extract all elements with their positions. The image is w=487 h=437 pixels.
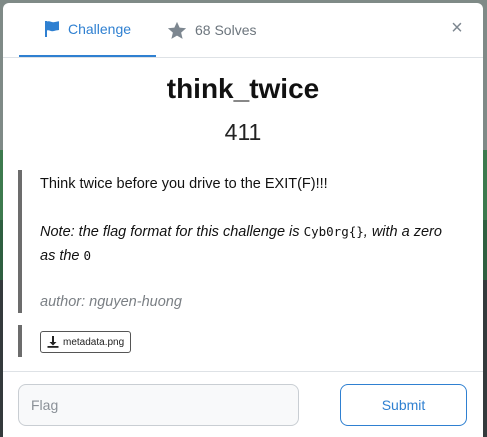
challenge-points: 411 [224, 119, 262, 145]
flag-format-note: Note: the flag format for this challenge… [40, 220, 460, 268]
note-code: 0 [83, 248, 92, 263]
flag-input[interactable] [18, 384, 299, 426]
file-name: metadata.png [63, 336, 125, 348]
tab-solves-label: 68 Solves [195, 22, 257, 38]
note-text: Note: the flag format for this challenge… [40, 224, 304, 240]
tab-solves[interactable]: 68 Solves [165, 3, 256, 57]
challenge-description: Think twice before you drive to the EXIT… [18, 170, 463, 313]
challenge-files: metadata.png [18, 325, 218, 357]
tab-challenge-label: Challenge [67, 21, 132, 37]
modal-tabs: Challenge 68 Solves × [3, 3, 483, 58]
note-code: Cyb0rg{} [303, 224, 364, 239]
star-icon [167, 21, 187, 40]
challenge-modal: Challenge 68 Solves × think_twice 411 Th… [3, 3, 483, 437]
submit-button[interactable]: Submit [340, 384, 467, 426]
tab-challenge[interactable]: Challenge [19, 3, 156, 57]
close-icon[interactable]: × [447, 18, 467, 38]
flag-icon [44, 20, 60, 38]
challenge-title: think_twice [166, 73, 320, 104]
description-line: Think twice before you drive to the EXIT… [40, 176, 328, 192]
download-icon [47, 336, 59, 348]
file-download-button[interactable]: metadata.png [40, 331, 132, 353]
submission-form: Submit [3, 371, 483, 437]
author-line: author: nguyen-huong [40, 294, 182, 310]
